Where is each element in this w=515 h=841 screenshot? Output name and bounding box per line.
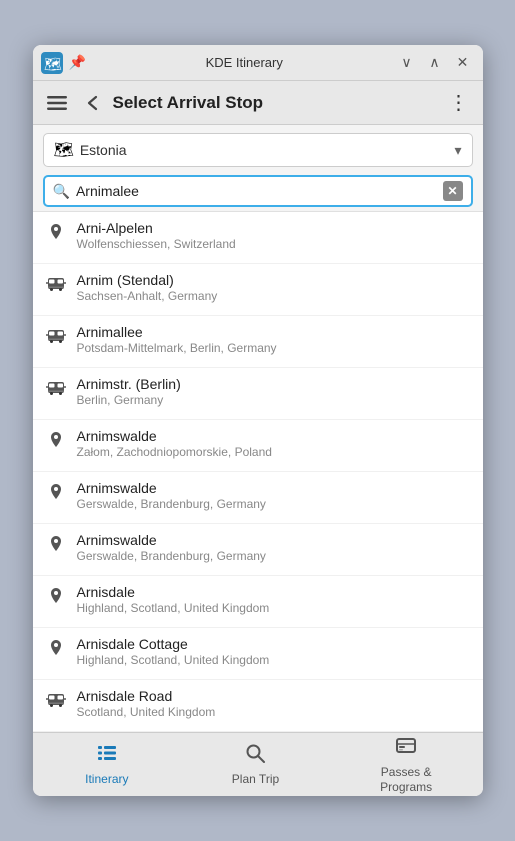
result-subtitle: Wolfenschiessen, Switzerland [77, 237, 471, 251]
list-icon [96, 742, 118, 770]
list-item[interactable]: Arnisdale Road Scotland, United Kingdom [33, 680, 483, 732]
result-name: Arni-Alpelen [77, 220, 471, 236]
list-item[interactable]: Arnisdale Highland, Scotland, United Kin… [33, 576, 483, 628]
result-subtitle: Highland, Scotland, United Kingdom [77, 653, 471, 667]
location-pin-icon [45, 586, 67, 606]
list-item[interactable]: Arnimstr. (Berlin) Berlin, Germany [33, 368, 483, 420]
result-subtitle: Highland, Scotland, United Kingdom [77, 601, 471, 615]
maximize-button[interactable]: ∧ [423, 51, 447, 75]
nav-itinerary[interactable]: Itinerary [67, 736, 147, 792]
chevron-down-icon: ▾ [454, 142, 461, 159]
list-item[interactable]: Arnimswalde Gerswalde, Brandenburg, Germ… [33, 472, 483, 524]
back-button[interactable] [77, 87, 109, 119]
location-pin-icon [45, 638, 67, 658]
result-subtitle: Potsdam-Mittelmark, Berlin, Germany [77, 341, 471, 355]
page-title: Select Arrival Stop [113, 93, 439, 113]
result-subtitle: Załom, Zachodniopomorskie, Poland [77, 445, 471, 459]
result-subtitle: Scotland, United Kingdom [77, 705, 471, 719]
result-subtitle: Gerswalde, Brandenburg, Germany [77, 549, 471, 563]
app-icon: 🗺 [41, 52, 63, 74]
bottom-navigation: Itinerary Plan Trip Passes &Programs [33, 732, 483, 796]
result-name: Arnimswalde [77, 532, 471, 548]
app-window: 🗺 📌 KDE Itinerary ∨ ∧ ✕ Select Arrival S… [33, 45, 483, 796]
nav-passes-programs[interactable]: Passes &Programs [364, 729, 448, 796]
nav-plan-trip[interactable]: Plan Trip [215, 736, 295, 792]
list-item[interactable]: Arni-Alpelen Wolfenschiessen, Switzerlan… [33, 212, 483, 264]
hamburger-menu-button[interactable] [41, 87, 73, 119]
result-name: Arnimallee [77, 324, 471, 340]
minimize-button[interactable]: ∨ [395, 51, 419, 75]
nav-plan-trip-label: Plan Trip [232, 772, 279, 786]
close-button[interactable]: ✕ [451, 51, 475, 75]
country-selector-value: Estonia [80, 142, 455, 158]
result-name: Arnisdale Road [77, 688, 471, 704]
window-title: KDE Itinerary [94, 55, 395, 70]
location-pin-icon [45, 482, 67, 502]
location-pin-icon [45, 222, 67, 242]
results-list: Arni-Alpelen Wolfenschiessen, Switzerlan… [33, 211, 483, 732]
result-subtitle: Berlin, Germany [77, 393, 471, 407]
result-name: Arnisdale [77, 584, 471, 600]
country-selector[interactable]: 🗺 Estonia ▾ [43, 133, 473, 167]
result-subtitle: Gerswalde, Brandenburg, Germany [77, 497, 471, 511]
bus-stop-icon [45, 326, 67, 346]
result-name: Arnimstr. (Berlin) [77, 376, 471, 392]
nav-passes-programs-label: Passes &Programs [380, 765, 432, 794]
bus-stop-icon [45, 378, 67, 398]
location-pin-icon [45, 430, 67, 450]
location-pin-icon [45, 534, 67, 554]
bus-stop-icon [45, 274, 67, 294]
search-clear-button[interactable]: ✕ [443, 181, 463, 201]
result-subtitle: Sachsen-Anhalt, Germany [77, 289, 471, 303]
header-bar: Select Arrival Stop ⋮ [33, 81, 483, 125]
result-name: Arnimswalde [77, 480, 471, 496]
search-input[interactable] [76, 183, 443, 199]
list-item[interactable]: Arnimswalde Załom, Zachodniopomorskie, P… [33, 420, 483, 472]
card-icon [395, 735, 417, 763]
list-item[interactable]: Arnimswalde Gerswalde, Brandenburg, Germ… [33, 524, 483, 576]
titlebar: 🗺 📌 KDE Itinerary ∨ ∧ ✕ [33, 45, 483, 81]
list-item[interactable]: Arnisdale Cottage Highland, Scotland, Un… [33, 628, 483, 680]
more-options-button[interactable]: ⋮ [443, 87, 475, 119]
list-item[interactable]: Arnimallee Potsdam-Mittelmark, Berlin, G… [33, 316, 483, 368]
bus-stop-icon [45, 690, 67, 710]
svg-text:🗺: 🗺 [44, 56, 62, 72]
result-name: Arnisdale Cottage [77, 636, 471, 652]
result-name: Arnimswalde [77, 428, 471, 444]
magnifier-icon [244, 742, 266, 770]
list-item[interactable]: Arnim (Stendal) Sachsen-Anhalt, Germany [33, 264, 483, 316]
result-name: Arnim (Stendal) [77, 272, 471, 288]
country-selector-icon: 🗺 [54, 140, 74, 160]
nav-itinerary-label: Itinerary [85, 772, 128, 786]
pin-icon: 📌 [69, 54, 86, 71]
window-controls: ∨ ∧ ✕ [395, 51, 475, 75]
search-container: 🔍 ✕ [43, 175, 473, 207]
search-icon: 🔍 [53, 183, 70, 200]
